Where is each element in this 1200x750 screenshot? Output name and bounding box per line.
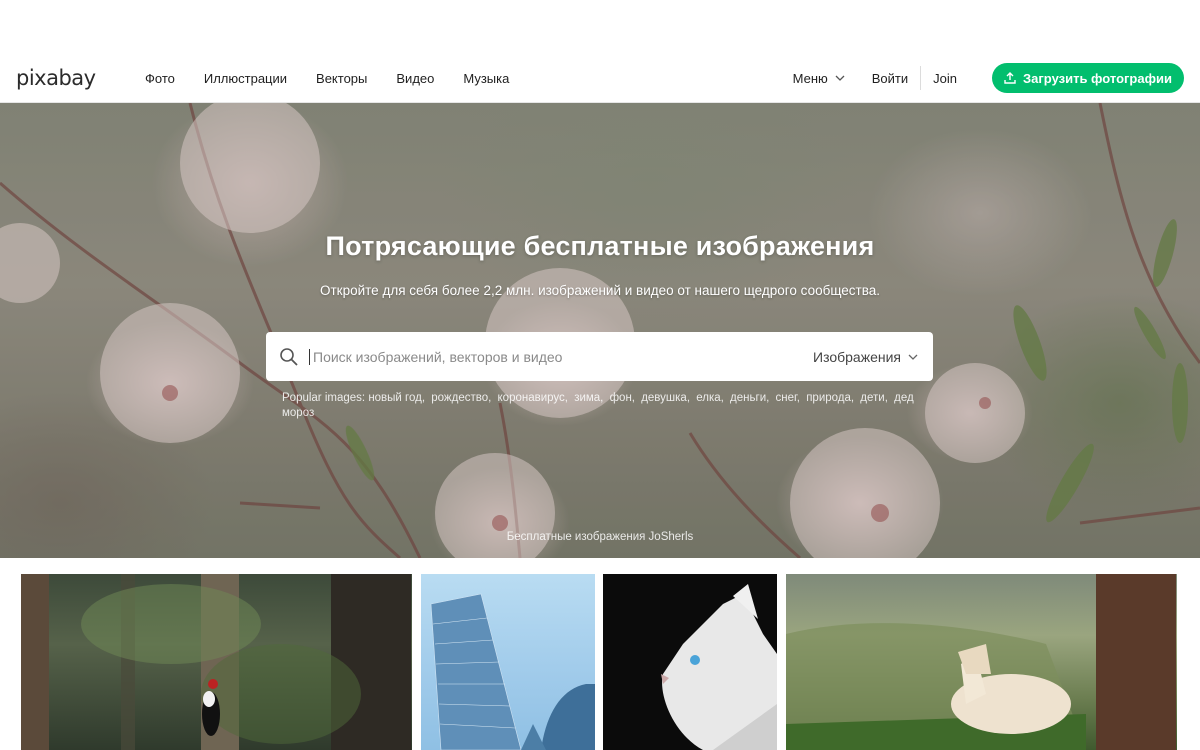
header-divider [920,66,922,90]
popular-tag[interactable]: фон, [610,392,635,404]
popular-tag[interactable]: девушка, [641,392,690,404]
hero-subtitle: Откройте для себя более 2,2 млн. изображ… [320,283,880,298]
search-icon[interactable] [279,347,299,367]
popular-searches: Popular images: новый год, рождество, ко… [282,391,922,421]
login-link[interactable]: Войти [872,71,908,86]
hero-title: Потрясающие бесплатные изображения [325,231,875,261]
image-credit[interactable]: Бесплатные изображения JoSherls [0,531,1200,543]
top-header: pixabay Фото Иллюстрации Векторы Видео М… [0,53,1200,103]
nav-music[interactable]: Музыка [463,71,509,86]
chevron-down-icon [835,75,845,81]
image-gallery [0,574,1200,750]
gallery-image-cat[interactable] [603,574,777,750]
gallery-image-skyscraper[interactable] [421,574,595,750]
popular-tag[interactable]: снег, [776,392,800,404]
skyscraper-photo [430,593,595,750]
nav-photo[interactable]: Фото [145,71,175,86]
popular-tag[interactable]: природа, [806,392,854,404]
main-nav: Фото Иллюстрации Векторы Видео Музыка [145,53,538,103]
popular-tag[interactable]: коронавирус, [498,392,568,404]
menu-dropdown[interactable]: Меню [793,71,846,86]
nav-illustrations[interactable]: Иллюстрации [204,71,287,86]
join-link[interactable]: Join [933,71,957,86]
upload-label: Загрузить фотографии [1023,70,1172,86]
chevron-down-icon [908,354,918,360]
popular-tag[interactable]: зима, [574,392,603,404]
horse-photo [786,574,1176,750]
pixabay-logo[interactable]: pixabay [16,66,96,90]
hero-banner: Потрясающие бесплатные изображения Откро… [0,103,1200,558]
upload-icon [1004,72,1016,84]
popular-tag[interactable]: рождество, [431,392,491,404]
popular-tag[interactable]: дети, [860,392,888,404]
nav-vectors[interactable]: Векторы [316,71,367,86]
popular-label: Popular images: [282,392,366,404]
popular-tag[interactable]: новый год, [368,392,425,404]
gallery-image-horse[interactable] [786,574,1177,750]
search-type-label: Изображения [813,348,901,365]
search-bar: Изображения [266,332,933,381]
search-type-select[interactable]: Изображения [813,332,919,381]
header-actions: Меню Войти Join Загрузить фотографии [793,53,1184,103]
cat-photo [661,584,777,750]
menu-label: Меню [792,70,828,86]
popular-tag[interactable]: елка, [696,392,724,404]
popular-tag[interactable]: деньги, [730,392,769,404]
hero-overlay [0,103,1200,558]
search-input[interactable] [309,348,769,365]
top-blank-area [0,0,1200,53]
gallery-image-woodpecker[interactable] [21,574,412,750]
woodpecker-photo [21,574,411,750]
upload-photos-button[interactable]: Загрузить фотографии [992,63,1184,93]
nav-video[interactable]: Видео [396,71,434,86]
